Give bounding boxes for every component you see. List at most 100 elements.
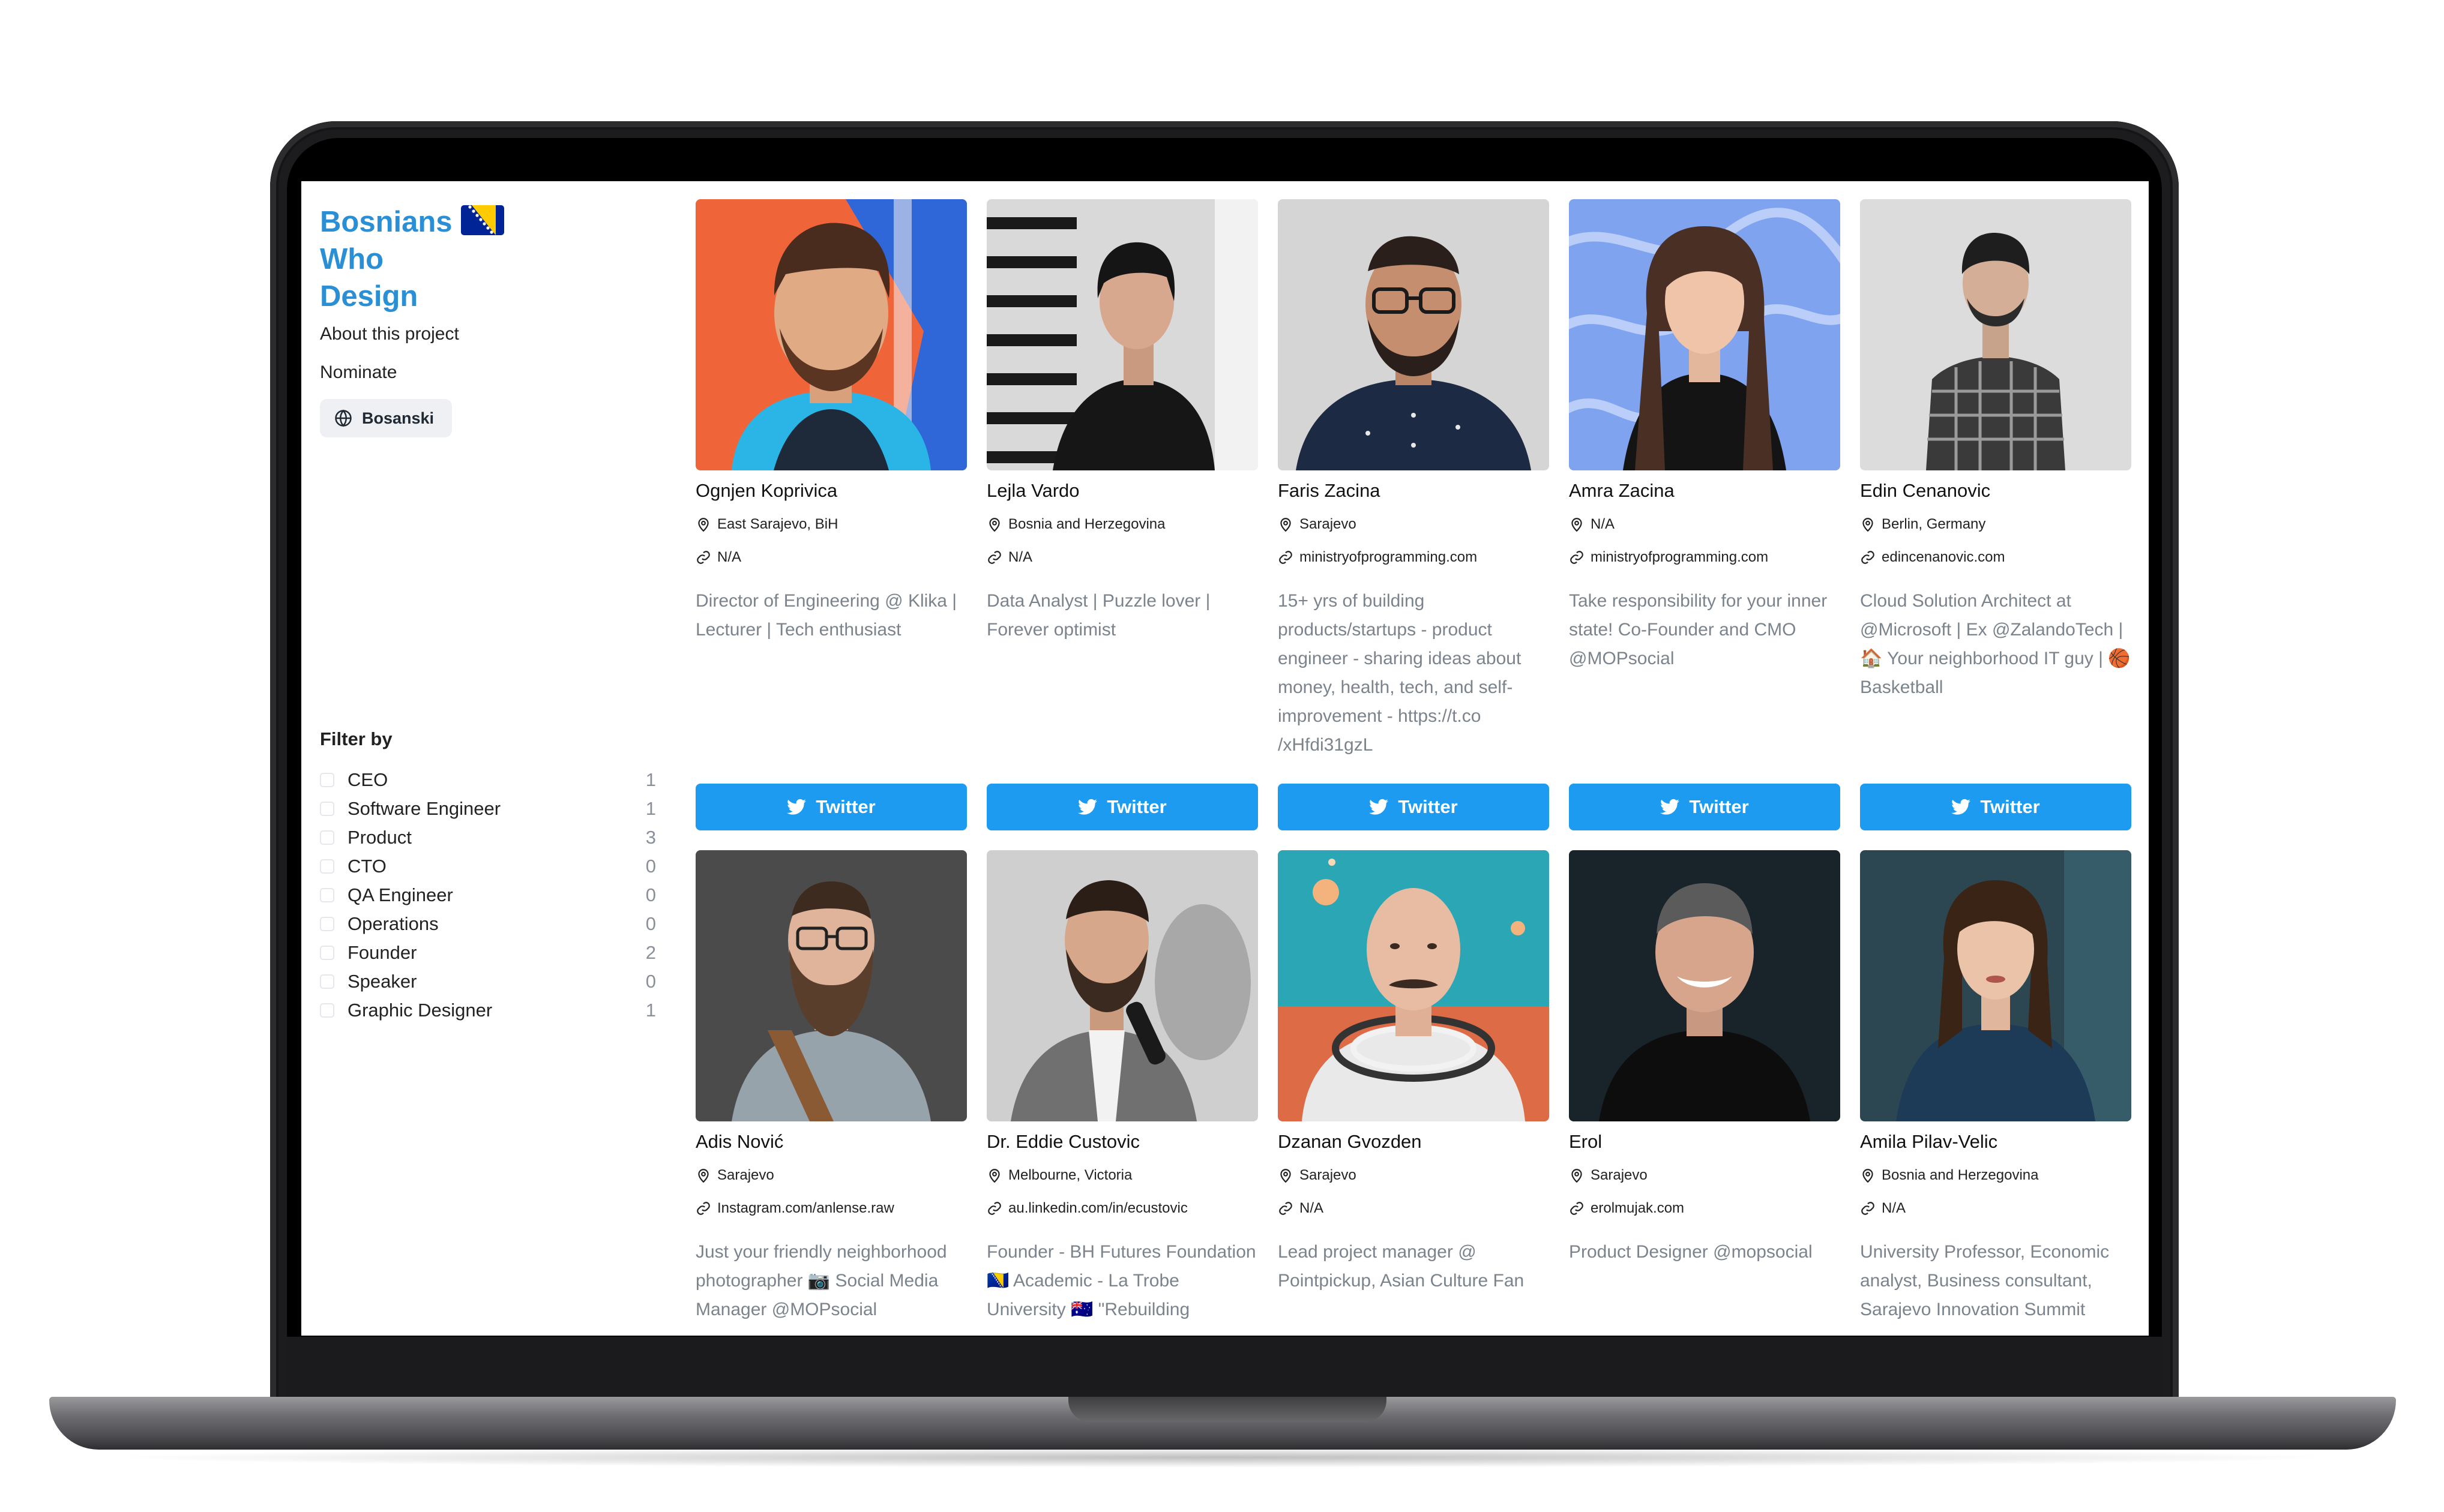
checkbox[interactable] bbox=[320, 859, 334, 874]
filter-label: Speaker bbox=[348, 971, 417, 992]
filter-count: 0 bbox=[645, 913, 656, 934]
person-card: Lejla Vardo Bosnia and Herzegovina N/A D… bbox=[987, 199, 1258, 830]
filter-count: 3 bbox=[645, 827, 656, 848]
person-name[interactable]: Erol bbox=[1569, 1131, 1602, 1153]
browser-viewport: Bosnians Who Design About this project N… bbox=[301, 181, 2149, 1336]
person-name[interactable]: Faris Zacina bbox=[1278, 480, 1380, 502]
person-website[interactable]: N/A bbox=[987, 549, 1032, 566]
filter-qa-engineer[interactable]: QA Engineer 0 bbox=[320, 881, 656, 910]
person-name[interactable]: Dzanan Gvozden bbox=[1278, 1131, 1422, 1153]
site-title-line-2: Who bbox=[320, 243, 384, 275]
map-pin-icon bbox=[989, 518, 1000, 532]
filter-speaker[interactable]: Speaker 0 bbox=[320, 967, 656, 996]
person-bio: Lead project manager @ Pointpickup, Asia… bbox=[1278, 1242, 1524, 1291]
filter-label: Graphic Designer bbox=[348, 1000, 493, 1021]
map-pin-icon bbox=[1280, 1169, 1291, 1183]
filter-product[interactable]: Product 3 bbox=[320, 823, 656, 852]
checkbox[interactable] bbox=[320, 1003, 334, 1018]
profile-photo[interactable] bbox=[1278, 199, 1549, 470]
about-link[interactable]: About this project bbox=[320, 324, 459, 344]
filter-software-engineer[interactable]: Software Engineer 1 bbox=[320, 794, 656, 823]
filter-label: CEO bbox=[348, 769, 388, 790]
profile-photo[interactable] bbox=[987, 199, 1258, 470]
checkbox[interactable] bbox=[320, 773, 334, 787]
person-website[interactable]: N/A bbox=[1860, 1200, 1906, 1217]
person-location: Bosnia and Herzegovina bbox=[987, 516, 1166, 533]
map-pin-icon bbox=[698, 518, 709, 532]
site-title[interactable]: Bosnians Who Design bbox=[320, 203, 518, 315]
map-pin-icon bbox=[1280, 518, 1291, 532]
person-bio: 15+ yrs of building products/startups - … bbox=[1278, 591, 1521, 755]
checkbox[interactable] bbox=[320, 830, 334, 845]
filter-founder[interactable]: Founder 2 bbox=[320, 938, 656, 967]
map-pin-icon bbox=[1571, 1169, 1582, 1183]
twitter-button[interactable]: Twitter bbox=[987, 784, 1258, 830]
profile-photo[interactable] bbox=[1569, 850, 1840, 1121]
person-bio: Just your friendly neighborhood photogra… bbox=[696, 1242, 947, 1319]
link-icon bbox=[1279, 1202, 1292, 1215]
checkbox[interactable] bbox=[320, 802, 334, 816]
profile-photo[interactable] bbox=[987, 850, 1258, 1121]
profile-photo[interactable] bbox=[696, 850, 967, 1121]
filter-operations[interactable]: Operations 0 bbox=[320, 910, 656, 938]
language-switch-button[interactable]: Bosanski bbox=[320, 399, 452, 437]
person-card: Adis Nović Sarajevo Instagram.com/anlens… bbox=[696, 850, 967, 1319]
twitter-button[interactable]: Twitter bbox=[1860, 784, 2131, 830]
profile-photo[interactable] bbox=[696, 199, 967, 470]
map-pin-icon bbox=[1862, 1169, 1873, 1183]
person-card: Erol Sarajevo erolmujak.com Product Desi… bbox=[1569, 850, 1840, 1262]
person-bio: Founder - BH Futures Foundation 🇧🇦 Acade… bbox=[987, 1242, 1256, 1319]
person-website[interactable]: N/A bbox=[696, 549, 741, 566]
filter-label: Operations bbox=[348, 913, 439, 934]
person-location: Berlin, Germany bbox=[1860, 516, 1985, 533]
filter-title: Filter by bbox=[320, 728, 393, 749]
link-icon bbox=[988, 551, 1001, 564]
link-icon bbox=[1570, 551, 1583, 564]
person-bio: Cloud Solution Architect at @Microsoft |… bbox=[1860, 591, 2131, 697]
filter-cto[interactable]: CTO 0 bbox=[320, 852, 656, 881]
person-website[interactable]: ministryofprogramming.com bbox=[1278, 549, 1477, 566]
checkbox[interactable] bbox=[320, 917, 334, 931]
laptop-shadow bbox=[96, 1447, 2347, 1468]
profile-photo[interactable] bbox=[1860, 850, 2131, 1121]
profile-photo[interactable] bbox=[1860, 199, 2131, 470]
person-location: Sarajevo bbox=[1278, 516, 1356, 533]
checkbox[interactable] bbox=[320, 888, 334, 902]
person-website[interactable]: edincenanovic.com bbox=[1860, 549, 2005, 566]
twitter-button[interactable]: Twitter bbox=[1569, 784, 1840, 830]
person-card: Amila Pilav-Velic Bosnia and Herzegovina… bbox=[1860, 850, 2131, 1319]
person-name[interactable]: Amra Zacina bbox=[1569, 480, 1675, 502]
link-icon bbox=[1861, 551, 1874, 564]
person-name[interactable]: Dr. Eddie Custovic bbox=[987, 1131, 1140, 1153]
person-name[interactable]: Ognjen Koprivica bbox=[696, 480, 837, 502]
twitter-bird-icon bbox=[1369, 799, 1389, 815]
person-website[interactable]: au.linkedin.com/in/ecustovic bbox=[987, 1200, 1188, 1217]
link-icon bbox=[697, 1202, 710, 1215]
person-website[interactable]: Instagram.com/anlense.raw bbox=[696, 1200, 894, 1217]
profile-photo[interactable] bbox=[1278, 850, 1549, 1121]
link-icon bbox=[1279, 551, 1292, 564]
person-card: Ognjen Koprivica East Sarajevo, BiH N/A … bbox=[696, 199, 967, 830]
person-website[interactable]: ministryofprogramming.com bbox=[1569, 549, 1768, 566]
site-title-line-3: Design bbox=[320, 280, 418, 313]
person-name[interactable]: Edin Cenanovic bbox=[1860, 480, 1990, 502]
person-website[interactable]: N/A bbox=[1278, 1200, 1323, 1217]
profile-photo[interactable] bbox=[1569, 199, 1840, 470]
nominate-link[interactable]: Nominate bbox=[320, 362, 397, 383]
person-card: Dzanan Gvozden Sarajevo N/A Lead project… bbox=[1278, 850, 1549, 1291]
twitter-button[interactable]: Twitter bbox=[1278, 784, 1549, 830]
checkbox[interactable] bbox=[320, 946, 334, 960]
person-name[interactable]: Lejla Vardo bbox=[987, 480, 1080, 502]
map-pin-icon bbox=[1862, 518, 1873, 532]
filter-graphic-designer[interactable]: Graphic Designer 1 bbox=[320, 996, 656, 1025]
person-name[interactable]: Adis Nović bbox=[696, 1131, 783, 1153]
person-location: Bosnia and Herzegovina bbox=[1860, 1167, 2039, 1184]
twitter-button[interactable]: Twitter bbox=[696, 784, 967, 830]
person-bio: Director of Engineering @ Klika | Lectur… bbox=[696, 591, 957, 640]
person-website[interactable]: erolmujak.com bbox=[1569, 1200, 1684, 1217]
person-name[interactable]: Amila Pilav-Velic bbox=[1860, 1131, 1997, 1153]
filter-ceo[interactable]: CEO 1 bbox=[320, 766, 656, 794]
map-pin-icon bbox=[698, 1169, 709, 1183]
person-card: Amra Zacina N/A ministryofprogramming.co… bbox=[1569, 199, 1840, 830]
checkbox[interactable] bbox=[320, 974, 334, 989]
